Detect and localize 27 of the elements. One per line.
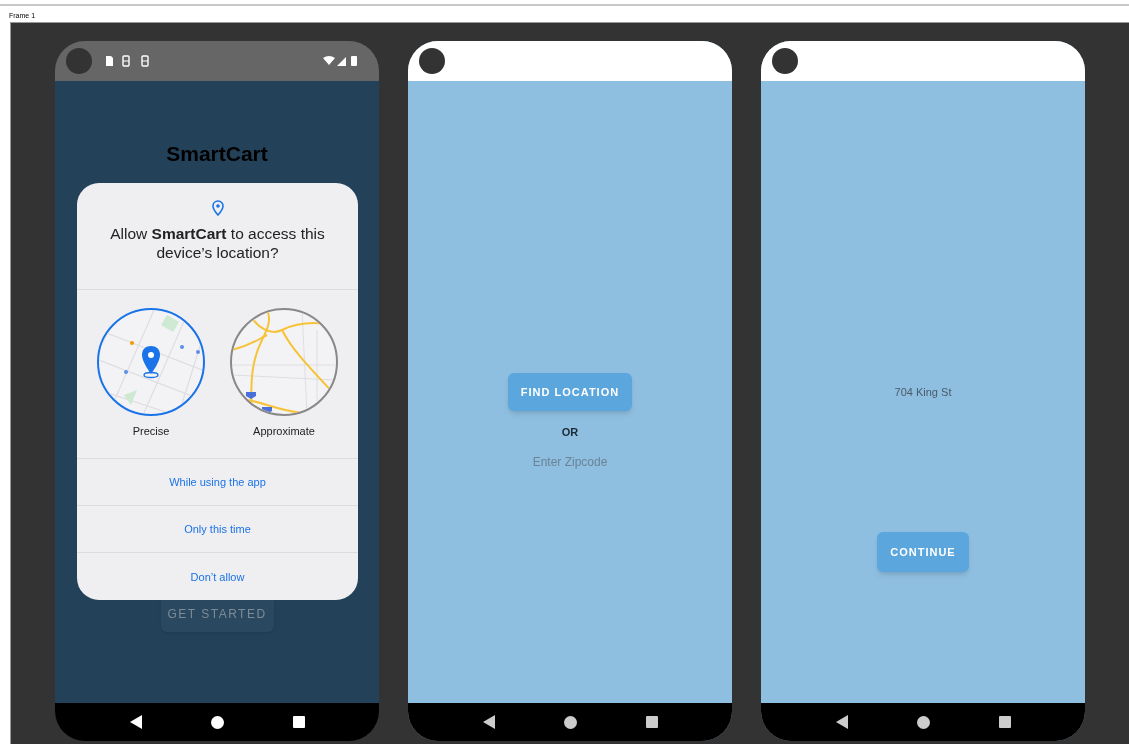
status-icons	[323, 55, 359, 67]
camera-icon	[66, 48, 92, 74]
app-title: SmartCart	[166, 142, 268, 166]
recents-icon[interactable]	[998, 716, 1011, 728]
permission-option[interactable]: While using the app	[169, 475, 266, 490]
home-icon[interactable]	[917, 715, 931, 729]
permission-option[interactable]: Don’t allow	[190, 569, 245, 584]
back-icon[interactable]	[835, 715, 850, 729]
permission-prompt: Allow SmartCart to access this device’s location?	[109, 224, 326, 262]
find-location-button[interactable]: FIND LOCATION	[508, 373, 632, 411]
zipcode-field[interactable]: Enter Zipcode	[500, 452, 640, 471]
permission-option[interactable]: Only this time	[184, 522, 251, 537]
recents-icon[interactable]	[292, 716, 305, 728]
option-label: Approximate	[253, 423, 315, 438]
home-icon[interactable]	[211, 715, 225, 729]
camera-icon	[772, 48, 798, 74]
address-label: 704 King St	[894, 385, 952, 399]
location-pin-icon	[211, 200, 224, 216]
camera-icon	[419, 48, 445, 74]
notification-icons	[104, 55, 152, 67]
recents-icon[interactable]	[645, 716, 658, 728]
back-icon[interactable]	[129, 715, 144, 729]
home-icon[interactable]	[564, 715, 578, 729]
option-label: Precise	[132, 423, 170, 438]
or-label: OR	[561, 425, 579, 440]
back-icon[interactable]	[482, 715, 497, 729]
continue-button[interactable]: CONTINUE	[877, 532, 969, 572]
